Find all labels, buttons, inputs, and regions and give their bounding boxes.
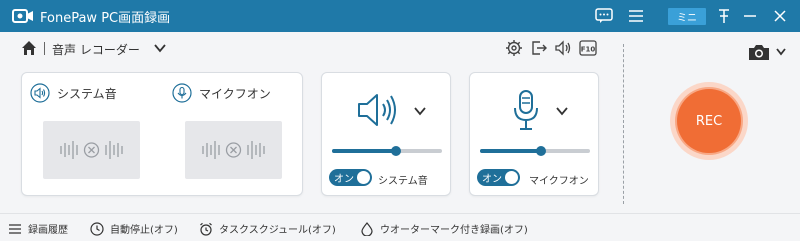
section-divider (623, 44, 624, 204)
menu-icon[interactable] (626, 6, 646, 26)
list-icon (9, 223, 21, 234)
microphone-waveform (185, 121, 282, 179)
toggle-label: オン (334, 174, 354, 185)
microphone-source-icon (172, 83, 192, 103)
watermark-label: ウオーターマーク付き録画(オフ) (380, 225, 528, 236)
toggle-knob (505, 171, 518, 184)
slider-fill (480, 149, 541, 153)
history-button[interactable]: 録画履歴 (8, 221, 68, 236)
feedback-icon[interactable] (594, 6, 614, 26)
system-audio-toggle[interactable]: オン (329, 169, 372, 186)
minimize-icon[interactable] (740, 6, 760, 26)
pin-icon[interactable] (714, 6, 734, 26)
auto-stop-label: 自動停止(オフ) (110, 225, 178, 236)
history-label: 録画履歴 (28, 225, 68, 236)
alarm-clock-icon (200, 222, 212, 236)
toggle-knob (357, 171, 370, 184)
title-bar: FonePaw PC画面録画 ミニ (0, 0, 800, 32)
svg-text:F10: F10 (581, 46, 596, 54)
microphone-label: マイクフオン (199, 86, 271, 101)
microphone-volume-slider[interactable] (480, 146, 590, 156)
system-audio-header[interactable]: システム音 (30, 83, 117, 103)
chevron-down-icon[interactable] (413, 106, 427, 116)
camera-icon[interactable] (748, 43, 770, 61)
speaker-icon[interactable] (554, 39, 572, 57)
mode-separator (44, 42, 45, 55)
app-window: FonePaw PC画面録画 ミニ 音声 レコーダー F10 システム音 マイク… (0, 0, 800, 241)
home-icon[interactable] (21, 40, 37, 56)
microphone-toggle[interactable]: オン (477, 169, 520, 186)
system-audio-caption: システム音 (378, 176, 428, 187)
app-title: FonePaw PC画面録画 (40, 11, 171, 26)
slider-fill (332, 149, 396, 153)
task-schedule-label: タスクスクジュール(オフ) (219, 225, 336, 236)
bottom-bar: 録画履歴 自動停止(オフ) タスクスクジュール(オフ) ウオーターマーク付き録画… (0, 213, 800, 241)
slider-knob[interactable] (391, 146, 401, 156)
toggle-label: オン (482, 174, 502, 185)
muted-waveform-icon (202, 141, 265, 159)
muted-waveform-icon (60, 141, 123, 159)
app-logo-icon (12, 9, 33, 23)
settings-gear-icon[interactable] (505, 39, 523, 57)
mini-mode-button[interactable]: ミニ (668, 8, 706, 25)
microphone-caption: マイクフオン (529, 176, 589, 187)
microphone-header[interactable]: マイクフオン (172, 83, 271, 103)
system-audio-label: システム音 (57, 86, 117, 101)
audio-sources-panel: システム音 マイクフオン (21, 72, 303, 196)
clock-icon (90, 221, 104, 236)
fullscreen-f10-icon[interactable]: F10 (579, 39, 597, 57)
close-icon[interactable] (770, 6, 790, 26)
export-icon[interactable] (530, 39, 548, 57)
task-schedule-button[interactable]: タスクスクジュール(オフ) (199, 221, 336, 236)
chevron-down-icon[interactable] (775, 47, 787, 56)
auto-stop-button[interactable]: 自動停止(オフ) (90, 221, 178, 236)
chevron-down-icon[interactable] (153, 42, 167, 54)
water-drop-icon (361, 221, 373, 236)
mode-label[interactable]: 音声 レコーダー (52, 41, 140, 58)
system-audio-waveform (43, 121, 140, 179)
system-audio-volume-slider[interactable] (332, 146, 442, 156)
rec-button[interactable]: REC (677, 89, 741, 153)
system-audio-volume-icon[interactable] (356, 90, 402, 130)
system-audio-speaker-icon (30, 83, 50, 103)
chevron-down-icon[interactable] (555, 106, 569, 116)
watermark-button[interactable]: ウオーターマーク付き録画(オフ) (360, 221, 528, 236)
slider-knob[interactable] (536, 146, 546, 156)
microphone-icon[interactable] (512, 89, 540, 131)
